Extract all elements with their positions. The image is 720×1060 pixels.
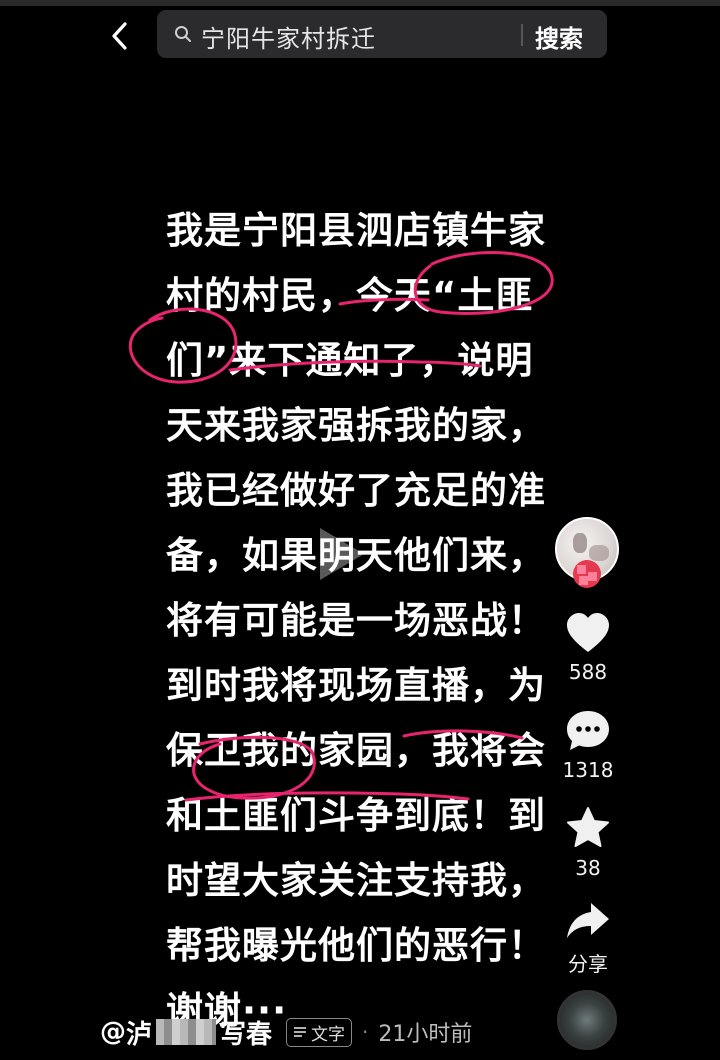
- text-mode-tag[interactable]: 文字: [286, 1017, 353, 1047]
- text-line: 村的村民，今天“土匪: [166, 274, 534, 317]
- pixel-mosaic: [579, 576, 588, 585]
- separator-dot: ·: [362, 1020, 369, 1044]
- post-time: 21小时前: [378, 1022, 473, 1047]
- text-line: 保卫我的家园，我将会: [166, 729, 546, 772]
- share-label: 分享: [568, 952, 608, 976]
- favorite-count: 38: [575, 856, 601, 880]
- author-name[interactable]: @ 泸 写春: [100, 1014, 272, 1051]
- text-line: 们”来下通知了，说明: [166, 339, 534, 382]
- share-icon: [567, 903, 609, 938]
- post-footer: @ 泸 写春 文字 · 21小时前: [100, 1012, 472, 1052]
- text-line: 我已经做好了充足的准: [166, 469, 546, 512]
- like-count: 588: [568, 660, 608, 684]
- name-mosaic: [156, 1019, 217, 1045]
- search-divider: [521, 24, 523, 46]
- text-line: 和土匪们斗争到底！到: [166, 794, 546, 837]
- author-prefix: @: [100, 1017, 126, 1047]
- search-button[interactable]: 搜索: [535, 19, 583, 54]
- avatar-blur: [589, 545, 609, 561]
- chevron-left-icon: [112, 22, 127, 50]
- music-disc[interactable]: [557, 990, 617, 1050]
- search-input[interactable]: 宁阳牛家村拆迁: [201, 19, 376, 54]
- favorite-button[interactable]: 38: [553, 806, 623, 880]
- post-text: 我是宁阳县泗店镇牛家 村的村民，今天“土匪 们”来下通知了，说明 天来我家强拆我…: [166, 198, 546, 1043]
- text-line: 我是宁阳县泗店镇牛家: [166, 209, 546, 252]
- search-icon: [175, 26, 191, 42]
- status-strip: [0, 0, 720, 6]
- list-icon: [294, 1027, 307, 1037]
- follow-button[interactable]: [573, 560, 601, 588]
- pixel-mosaic: [588, 572, 597, 581]
- author-name-first: 泸: [126, 1019, 153, 1050]
- comment-icon: [567, 711, 609, 750]
- pixel-mosaic: [577, 565, 586, 574]
- comment-count: 1318: [562, 758, 614, 782]
- play-icon: [320, 528, 364, 580]
- search-bar[interactable]: 宁阳牛家村拆迁 搜索: [157, 10, 607, 58]
- text-line: 时望大家关注支持我，: [166, 859, 546, 902]
- text-line: 帮我曝光他们的恶行！: [166, 924, 546, 967]
- like-button[interactable]: 588: [553, 612, 623, 684]
- text-line: 天来我家强拆我的家，: [166, 404, 546, 447]
- text-tag-label: 文字: [311, 1024, 346, 1045]
- comment-button[interactable]: 1318: [553, 708, 623, 782]
- share-button[interactable]: 分享: [553, 900, 623, 977]
- text-line: 将有可能是一场恶战！: [166, 599, 546, 642]
- avatar-blur: [573, 533, 587, 553]
- text-line: 到时我将现场直播，为: [166, 664, 546, 707]
- back-button[interactable]: [100, 18, 140, 54]
- author-name-last: 写春: [220, 1019, 273, 1050]
- heart-icon: [567, 613, 609, 652]
- star-icon: [567, 807, 609, 847]
